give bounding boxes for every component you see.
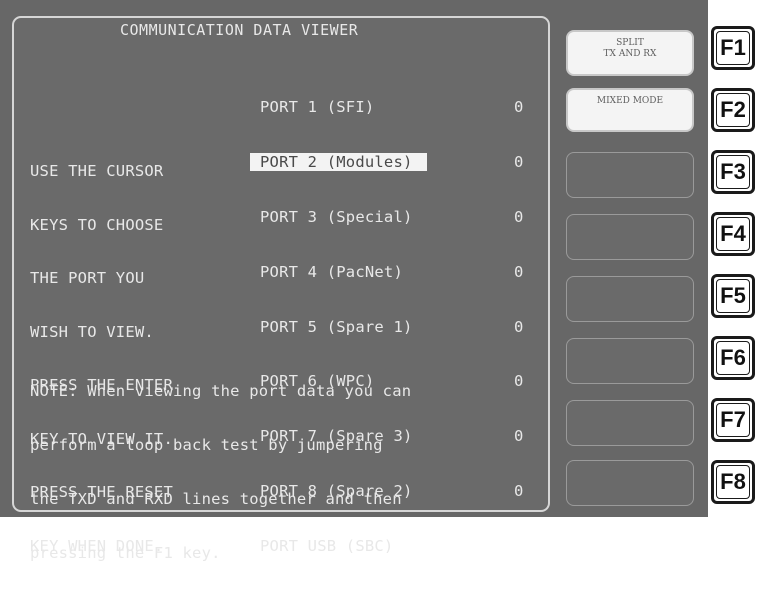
- port-item-4[interactable]: PORT 4 (PacNet): [260, 262, 427, 284]
- softkey-3[interactable]: [566, 152, 694, 198]
- f5-key[interactable]: F5: [711, 274, 755, 318]
- port-count: 0: [514, 98, 524, 116]
- softkey-label: [567, 215, 693, 221]
- port-count: 0: [514, 317, 524, 336]
- instruction-line: THE PORT YOU: [30, 269, 145, 287]
- note-line: pressing the F1 key.: [30, 544, 221, 562]
- f2-key-label: F2: [720, 97, 746, 122]
- f2-key[interactable]: F2: [711, 88, 755, 132]
- port-label-selected: PORT 2 (Modules): [250, 152, 427, 171]
- softkey-label: [567, 277, 693, 283]
- port-item-3[interactable]: PORT 3 (Special): [260, 207, 427, 229]
- port-label: PORT 3 (Special): [260, 207, 413, 226]
- f7-key-label: F7: [720, 407, 746, 432]
- f8-key[interactable]: F8: [711, 460, 755, 504]
- f4-key[interactable]: F4: [711, 212, 755, 256]
- port-label: PORT 4 (PacNet): [260, 262, 403, 281]
- f4-key-label: F4: [720, 221, 746, 246]
- note-line: perform a loop back test by jumpering: [30, 436, 383, 454]
- f3-key-label: F3: [720, 159, 746, 184]
- softkey-split-tx-rx[interactable]: SPLIT TX AND RX: [566, 30, 694, 76]
- softkey-8[interactable]: [566, 460, 694, 506]
- softkey-label: [567, 401, 693, 407]
- f7-key[interactable]: F7: [711, 398, 755, 442]
- port-count: 0: [514, 427, 524, 446]
- port-count: 0: [514, 207, 524, 226]
- softkey-label: [567, 339, 693, 345]
- note: NOTE: When viewing the port data you can…: [30, 348, 411, 599]
- softkey-label: SPLIT TX AND RX: [603, 38, 657, 59]
- softkey-label: MIXED MODE: [596, 96, 664, 106]
- page-title: COMMUNICATION DATA VIEWER: [120, 21, 359, 39]
- f8-key-label: F8: [720, 469, 746, 494]
- softkey-mixed-mode[interactable]: MIXED MODE: [566, 88, 694, 132]
- port-item-1[interactable]: PORT 1 (SFI): [260, 98, 427, 119]
- note-line: NOTE: When viewing the port data you can: [30, 382, 412, 400]
- port-counts: 0 0 0 0 0 0 0 0: [514, 64, 552, 538]
- softkey-label: [567, 153, 693, 159]
- port-item-2[interactable]: PORT 2 (Modules): [250, 152, 427, 174]
- port-count: 0: [514, 482, 524, 501]
- f6-key-label: F6: [720, 345, 746, 370]
- port-count: 0: [514, 152, 524, 171]
- f5-key-label: F5: [720, 283, 746, 308]
- f3-key[interactable]: F3: [711, 150, 755, 194]
- softkey-6[interactable]: [566, 338, 694, 384]
- f1-key-label: F1: [720, 35, 746, 60]
- port-label: PORT 5 (Spare 1): [260, 317, 413, 336]
- f1-key[interactable]: F1: [711, 26, 755, 70]
- softkey-label: [567, 461, 693, 467]
- port-count: 0: [514, 372, 524, 391]
- port-count: 0: [514, 262, 524, 281]
- port-label: PORT 1 (SFI): [260, 98, 375, 116]
- display-screen: COMMUNICATION DATA VIEWER USE THE CURSOR…: [0, 0, 708, 562]
- instruction-line: WISH TO VIEW.: [30, 322, 154, 341]
- softkey-4[interactable]: [566, 214, 694, 260]
- softkey-5[interactable]: [566, 276, 694, 322]
- port-item-5[interactable]: PORT 5 (Spare 1): [260, 317, 427, 339]
- instruction-line: USE THE CURSOR: [30, 162, 164, 180]
- instruction-line: KEYS TO CHOOSE: [30, 215, 164, 234]
- softkey-7[interactable]: [566, 400, 694, 446]
- note-line: the TXD and RXD lines together and then: [30, 490, 402, 508]
- f6-key[interactable]: F6: [711, 336, 755, 380]
